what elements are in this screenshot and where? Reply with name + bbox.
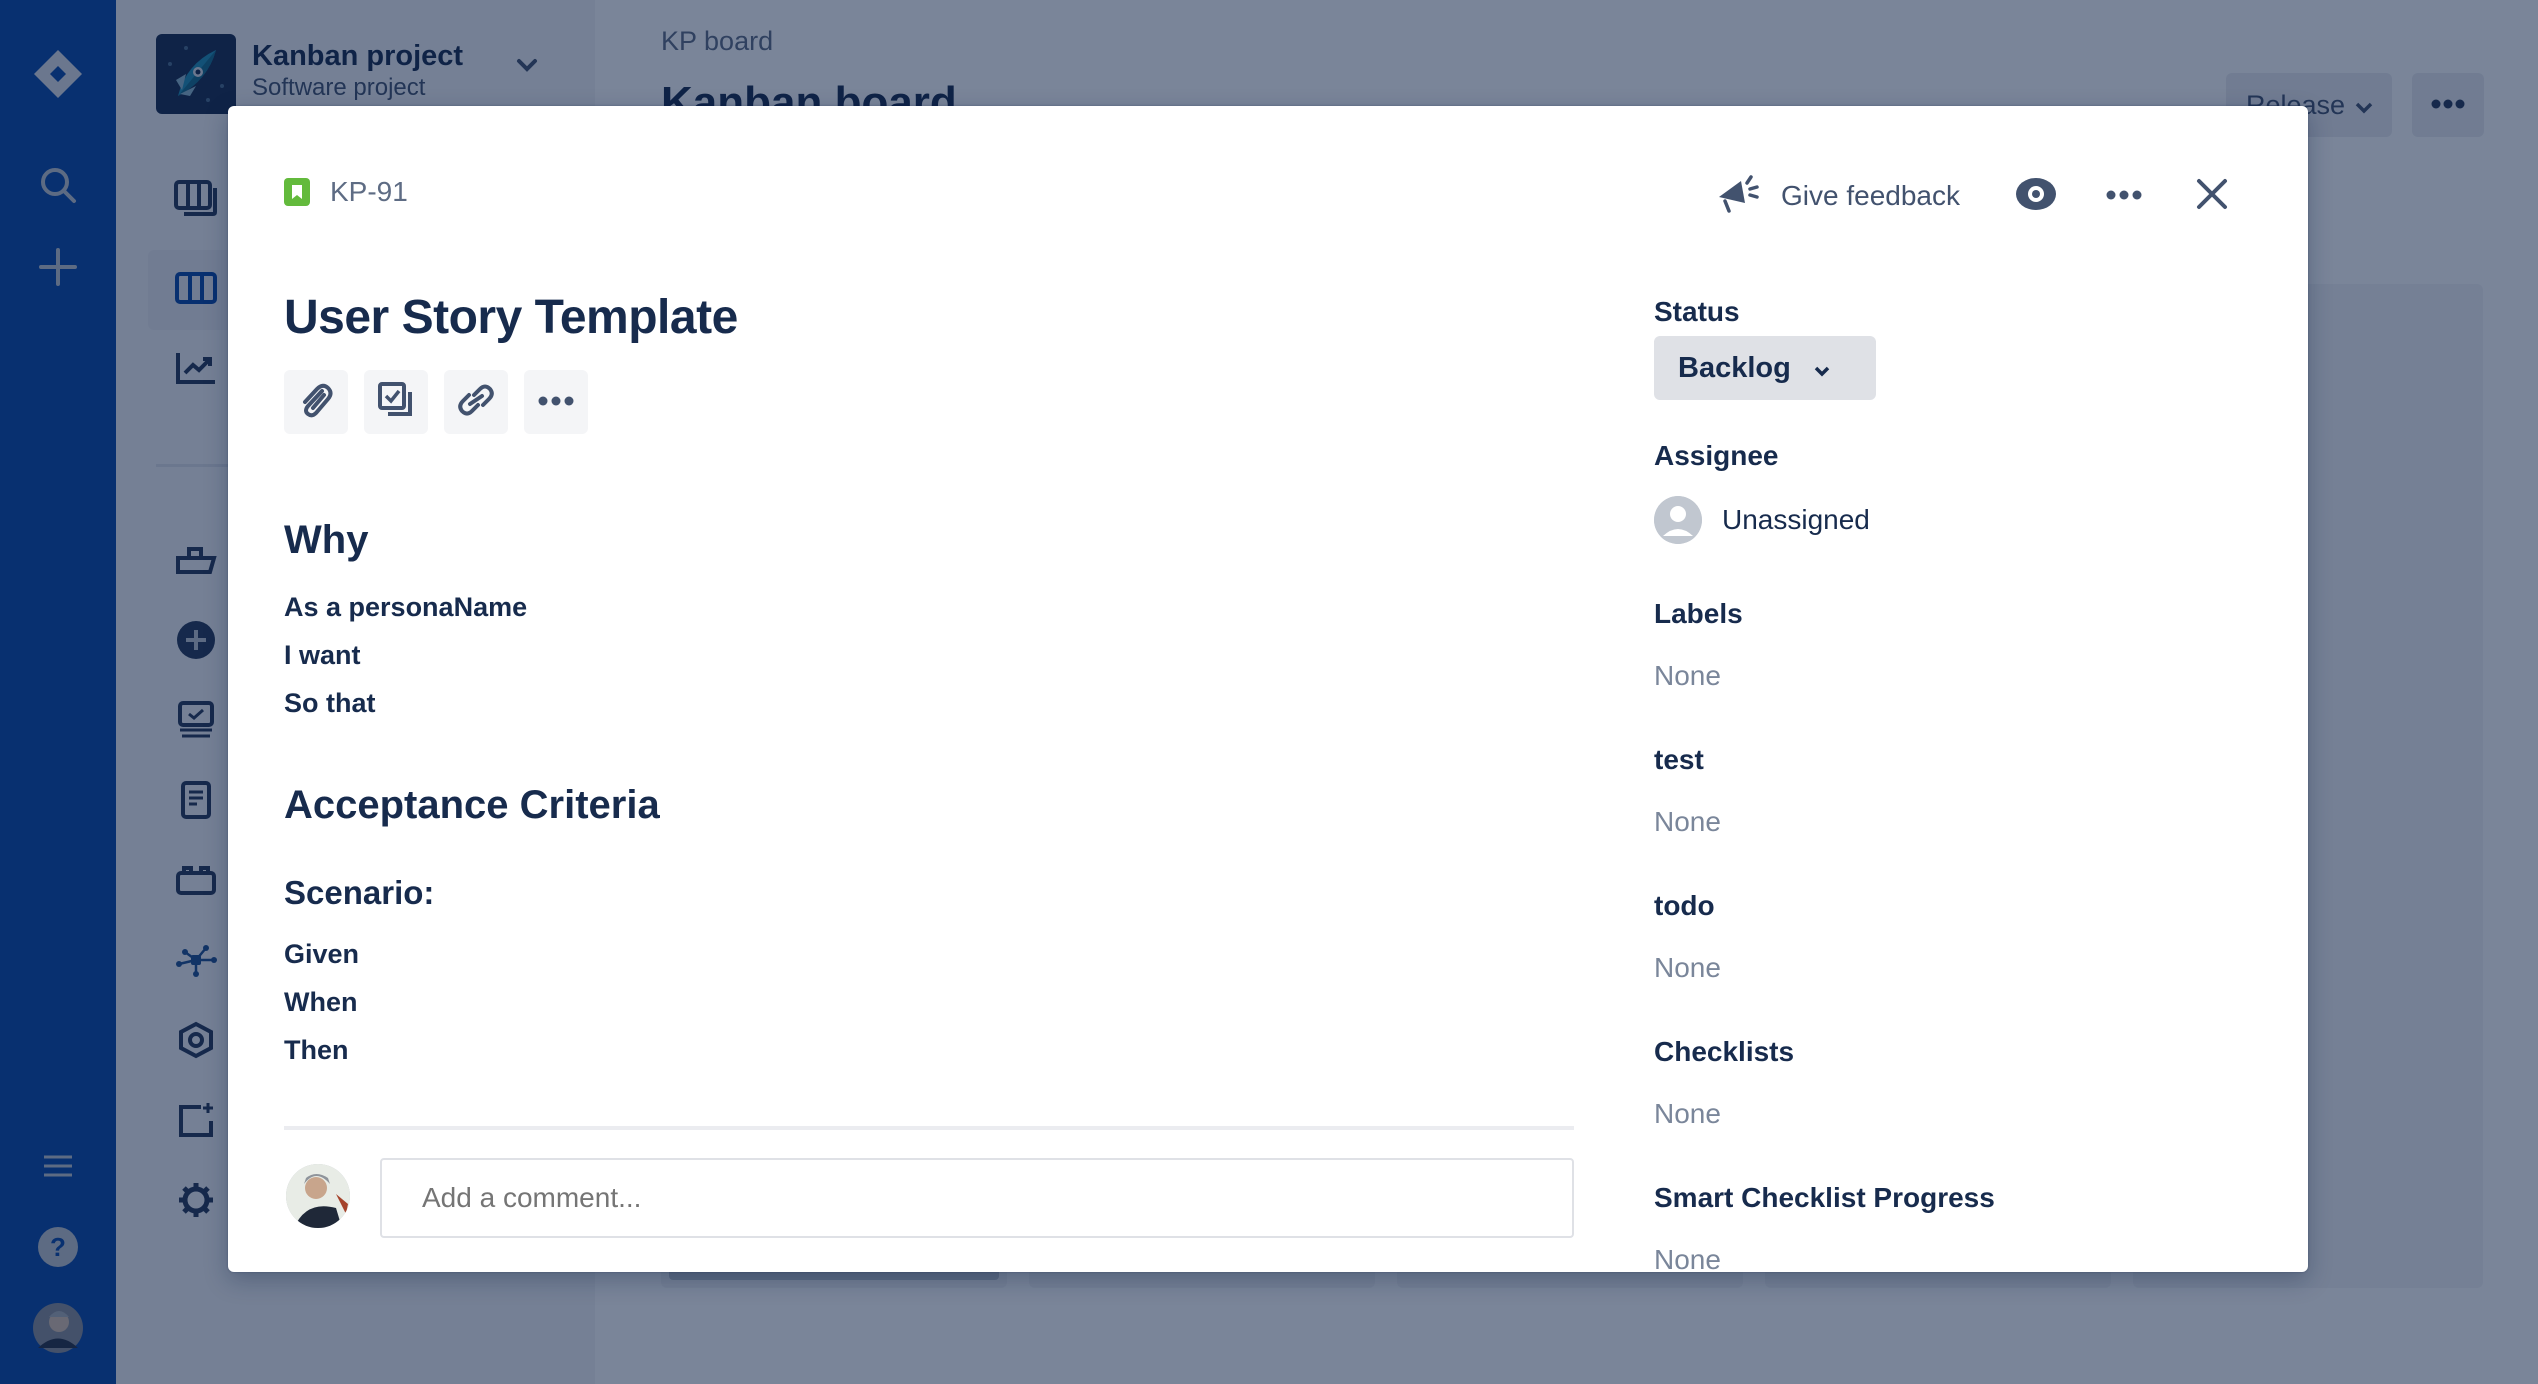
comment-input[interactable] (380, 1158, 1574, 1238)
more-icon (538, 393, 574, 411)
status-label: Status (1654, 296, 1740, 327)
checklists-label: Checklists (1654, 1036, 1795, 1067)
why-line: As a personaName (284, 592, 528, 622)
assignee-label: Assignee (1654, 440, 1779, 471)
close-button[interactable] (2188, 172, 2236, 220)
toolbar-more-button[interactable] (524, 370, 588, 434)
issue-key-breadcrumb[interactable]: KP-91 (284, 176, 408, 208)
scenario-heading: Scenario: (284, 874, 435, 911)
paperclip-icon (298, 381, 334, 424)
issue-modal: KP-91 Give feedback User Story Template (228, 106, 2308, 1272)
todo-value[interactable]: None (1654, 952, 2254, 984)
why-line: So that (284, 688, 376, 718)
watch-button[interactable] (2012, 172, 2060, 220)
scenario-line: Given (284, 939, 360, 969)
link-issue-button[interactable] (444, 370, 508, 434)
link-icon (457, 383, 495, 422)
story-icon (284, 178, 310, 206)
create-subtask-button[interactable] (364, 370, 428, 434)
more-icon (2106, 187, 2142, 205)
scenario-line: Then (284, 1035, 349, 1065)
labels-value[interactable]: None (1654, 660, 2254, 692)
issue-details-panel: Status Backlog Assignee Unassigned Label… (1654, 296, 2254, 1272)
scenario-line: When (284, 987, 358, 1017)
status-dropdown[interactable]: Backlog (1654, 336, 1876, 400)
checklists-value[interactable]: None (1654, 1098, 2254, 1130)
issue-title[interactable]: User Story Template (284, 290, 738, 345)
labels-label: Labels (1654, 598, 1743, 629)
comment-divider (284, 1126, 1574, 1130)
more-actions-button[interactable] (2100, 172, 2148, 220)
test-label: test (1654, 744, 1704, 775)
acceptance-criteria-heading: Acceptance Criteria (284, 783, 660, 827)
header-actions: Give feedback (1717, 172, 2236, 220)
subtask-icon (378, 381, 414, 423)
test-value[interactable]: None (1654, 806, 2254, 838)
close-icon (2196, 178, 2228, 215)
give-feedback-button[interactable]: Give feedback (1717, 173, 1960, 220)
todo-label: todo (1654, 890, 1715, 921)
status-value: Backlog (1678, 351, 1791, 384)
eye-icon (2015, 177, 2057, 216)
why-line: I want (284, 640, 361, 670)
unassigned-avatar-icon (1654, 496, 1702, 544)
issue-key: KP-91 (330, 176, 408, 207)
assignee-value: Unassigned (1722, 504, 1870, 535)
megaphone-icon (1717, 173, 1761, 220)
avatar (286, 1164, 350, 1228)
smart-checklist-progress-label: Smart Checklist Progress (1654, 1182, 1995, 1213)
attach-button[interactable] (284, 370, 348, 434)
smart-checklist-progress-value[interactable]: None (1654, 1244, 2254, 1272)
issue-description[interactable]: Why As a personaName I want So that Acce… (284, 518, 1574, 1078)
feedback-label: Give feedback (1781, 180, 1960, 211)
chevron-down-icon (1813, 352, 1831, 385)
why-heading: Why (284, 518, 369, 562)
issue-toolbar (284, 370, 588, 434)
assignee-field[interactable]: Unassigned (1654, 496, 2254, 544)
